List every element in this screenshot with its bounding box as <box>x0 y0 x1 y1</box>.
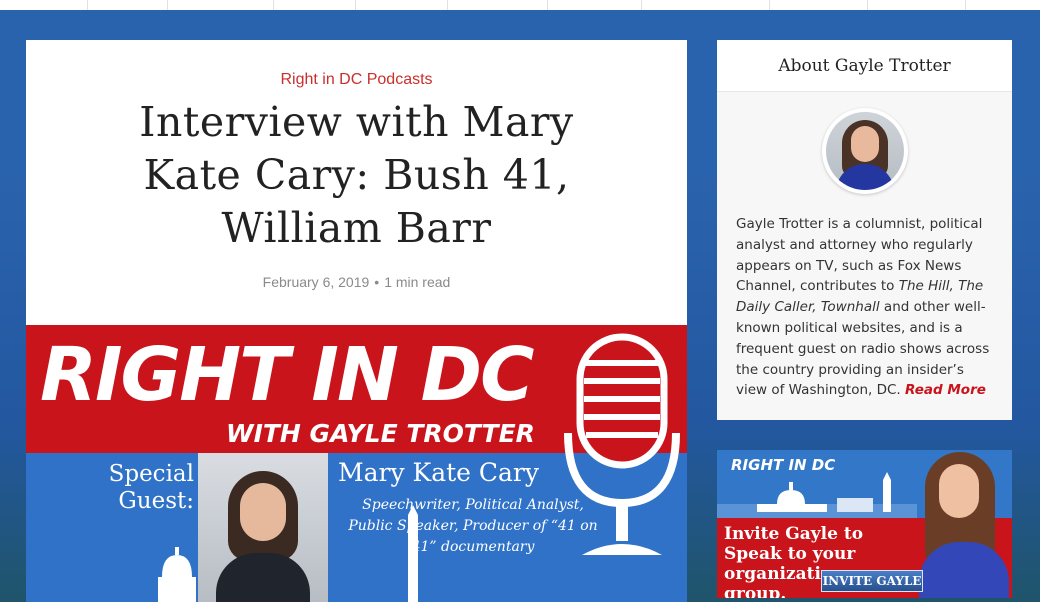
invite-gayle-ad[interactable]: RIGHT IN DC Invite Gayle to Speak to you… <box>717 450 1012 598</box>
dc-skyline-icon <box>717 472 917 518</box>
nav-segment[interactable] <box>0 0 88 10</box>
nav-segment[interactable] <box>274 0 356 10</box>
invite-gayle-button[interactable]: INVITE GAYLE <box>821 570 923 592</box>
nav-segment[interactable] <box>356 0 448 10</box>
guest-photo <box>198 453 328 602</box>
top-navigation-bar <box>0 0 1040 10</box>
nav-segment[interactable] <box>448 0 548 10</box>
article-category-link[interactable]: Right in DC Podcasts <box>26 71 687 89</box>
nav-segment[interactable] <box>168 0 274 10</box>
article-meta: February 6, 2019 • 1 min read <box>26 274 687 290</box>
author-avatar <box>822 108 908 194</box>
article-date: February 6, 2019 <box>262 274 370 290</box>
banner-show-title: RIGHT IN DC <box>40 332 534 418</box>
nav-segment[interactable] <box>642 0 770 10</box>
read-more-link[interactable]: Read More <box>905 382 986 398</box>
nav-segment[interactable] <box>770 0 868 10</box>
microphone-icon <box>564 333 680 555</box>
banner-special-guest-label: Special Guest: <box>108 461 194 514</box>
author-bio: Gayle Trotter is a columnist, political … <box>736 214 998 401</box>
article-title: Interview with Mary Kate Cary: Bush 41, … <box>139 98 574 252</box>
nav-segment[interactable] <box>966 0 1040 10</box>
meta-separator: • <box>374 274 380 290</box>
banner-guest-name: Mary Kate Cary <box>338 458 540 487</box>
banner-show-subtitle: WITH GAYLE TROTTER <box>226 419 535 448</box>
ad-author-photo <box>913 450 1012 598</box>
nav-segment[interactable] <box>548 0 642 10</box>
monument-icon <box>408 505 418 602</box>
podcast-banner-image: RIGHT IN DC WITH GAYLE TROTTER Special G… <box>26 325 687 602</box>
capitol-dome-icon <box>158 547 196 602</box>
nav-segment[interactable] <box>88 0 168 10</box>
article-card: Right in DC Podcasts Interview with Mary… <box>26 40 687 602</box>
article-read-time: 1 min read <box>384 274 451 290</box>
about-widget-heading: About Gayle Trotter <box>717 40 1012 92</box>
ad-show-title: RIGHT IN DC <box>731 456 836 474</box>
nav-segment[interactable] <box>868 0 966 10</box>
about-widget: About Gayle Trotter Gayle Trotter is a c… <box>717 40 1012 420</box>
